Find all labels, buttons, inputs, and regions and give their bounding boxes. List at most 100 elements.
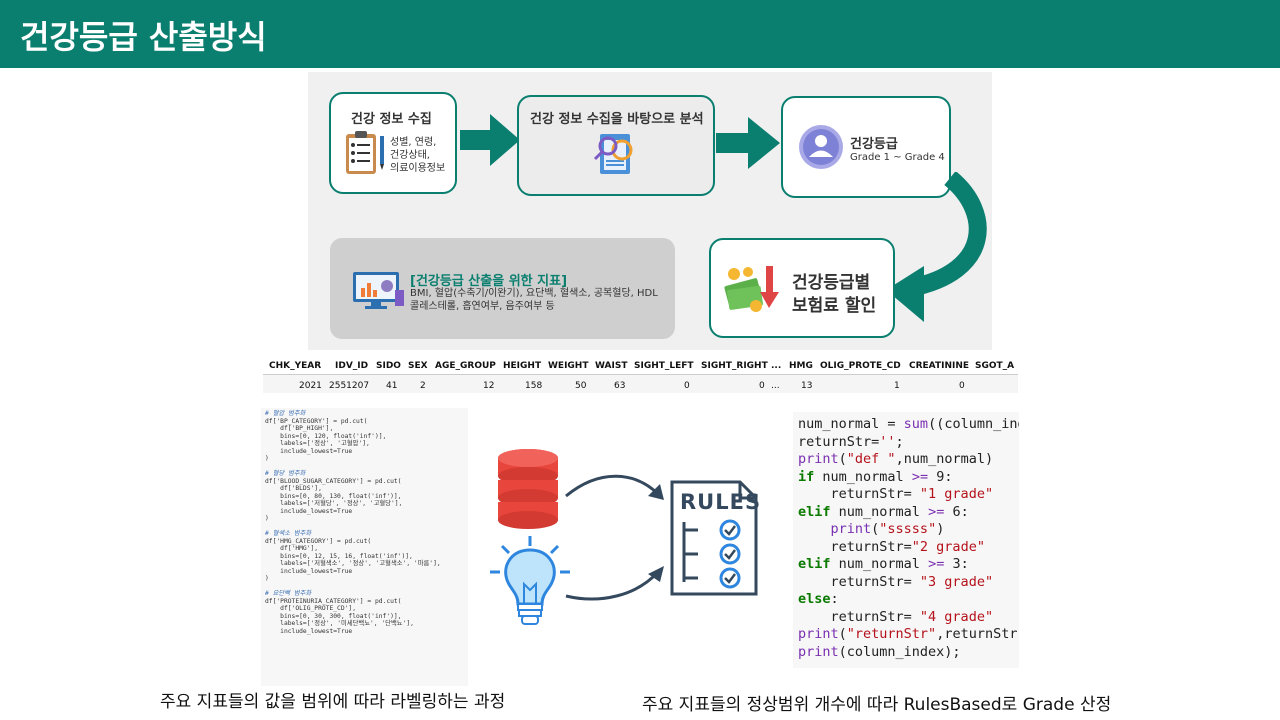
code-line: num_normal = sum((column_index [798,416,1019,432]
col-header: CHK_YEAR [269,361,322,371]
code-line: include_lowest=True [265,627,353,635]
money-down-icon [724,266,779,312]
step-collect-detail-1: 성별, 연령, [390,137,437,148]
step-discount-line-1: 건강등급별 [792,273,871,293]
dashboard-monitor-icon [353,272,404,309]
code-line: labels=['저혈당', '정상', '고혈당'], [265,500,403,507]
analysis-report-icon [593,134,633,174]
table-cell: ... [771,381,780,391]
code-line: returnStr= "3 grade" [798,573,994,590]
code-line: returnStr= "1 grade" [798,486,994,502]
table-cell: 41 [386,381,398,391]
table-divider [263,374,1018,375]
code-line: ) [265,455,269,462]
code-line: returnStr= "4 grade" [798,608,994,625]
code-line: labels=['정상', '미세단백뇨', '단백뇨'], [265,620,414,627]
labeling-code-block: # 혈압 범주화 df['BP_CATEGORY'] = pd.cut( df['… [261,408,468,686]
indicator-line-1: BMI, 혈압(수축기/이완기), 요단백, 혈색소, 공복혈당, HDL [410,288,658,299]
data-table: CHK_YEAR IDV_ID SIDO SEX AGE_GROUP HEIGH… [263,355,1018,395]
code-line: labels=['정상', '고혈압'], [265,440,370,447]
code-line: print("sssss") [830,521,945,537]
col-header: ... [771,361,782,371]
table-cell: 12 [483,381,495,391]
code-line: include_lowest=True [265,567,353,575]
code-line: if num_normal >= 9: [798,468,953,485]
code-line: df['OLIG_PROTE_CD'], [265,605,356,612]
code-line: print("def ",num_normal) [798,451,994,467]
title-bar: 건강등급 산출방식 [0,0,1280,68]
code-line: df['HMG'], [265,545,319,552]
table-cell: 50 [575,381,587,391]
step-collect-title: 건강 정보 수집 [351,112,432,127]
code-line: df['BP_HIGH'], [265,425,334,432]
code-line: returnStr="2 grade" [798,538,985,555]
step-analyze-title: 건강 정보 수집을 바탕으로 분석 [530,112,704,127]
database-icon [498,449,558,529]
curved-arrow-icon [886,172,987,322]
step-discount-line-2: 보험료 할인 [792,296,877,316]
curved-arrows-icon [565,474,664,601]
table-cell: 2 [420,381,426,391]
col-header: SIGHT_RIGHT [701,361,768,371]
user-avatar-icon [799,125,843,169]
col-header: HEIGHT [503,361,542,371]
code-line: df['BLDS'], [265,485,322,492]
code-line: elif num_normal >= 3: [798,556,969,572]
code-line: ) [265,515,269,522]
clipboard-icon [346,131,384,174]
rules-code-block: num_normal = sum((column_indexreturnStr=… [793,412,1019,668]
table-cell: 63 [614,381,626,391]
table-cell: 0 [759,381,765,391]
rules-label: RULES [680,490,762,514]
table-cell: 2021 [299,381,322,391]
col-header: CREATININE [909,361,969,371]
col-header: SIDO [376,361,401,371]
col-header: AGE_GROUP [435,361,496,371]
step-collect-detail-3: 의료이용정보 [390,163,446,174]
code-line: returnStr=''; [798,433,904,450]
code-line: df['HMG_CATEGORY'] = pd.cut( [265,537,372,545]
col-header: SIGHT_LEFT [634,361,694,371]
indicator-line-2: 콜레스테롤, 흡연여부, 음주여부 등 [410,301,555,312]
code-line: df['PROTEINURIA_CATEGORY'] = pd.cut( [265,597,402,605]
code-line: # 혈색소 범주화 [265,530,312,537]
col-header: OLIG_PROTE_CD [820,361,901,371]
code-line: df['BP_CATEGORY'] = pd.cut( [265,417,368,425]
step-collect-detail-2: 건강상태, [390,150,430,161]
table-cell: 13 [801,381,813,391]
code-line: bins=[0, 120, float('inf')], [265,432,387,440]
code-line: # 혈압 범주화 [265,410,306,417]
code-line: df['BLOOD_SUGAR_CATEGORY'] = pd.cut( [265,477,402,485]
col-header: WAIST [595,361,628,371]
arrow-right-icon [716,117,780,169]
code-line: bins=[0, 30, 300, float('inf')], [265,612,402,620]
col-header: SEX [408,361,428,371]
table-cell: 0 [959,381,965,391]
col-header: IDV_ID [335,361,369,371]
page-title: 건강등급 산출방식 [20,18,267,56]
caption-right: 주요 지표들의 정상범위 개수에 따라 RulesBased로 Grade 산정 [642,695,1112,715]
col-header: HMG [789,361,813,371]
code-line: bins=[0, 12, 15, 16, float('inf')], [265,552,413,560]
table-cell: 1 [894,381,900,391]
code-line: print(column_index); [798,643,961,660]
code-line: # 요단백 범주화 [265,590,312,597]
code-line: print("returnStr",returnStr) [798,626,1019,642]
code-line: elif num_normal >= 6: [798,503,969,520]
code-line: bins=[0, 80, 130, float('inf')], [265,492,402,500]
step-grade-title: 건강등급 [850,137,898,152]
col-header: WEIGHT [548,361,589,371]
table-row-band [263,375,1018,393]
table-cell: 0 [684,381,690,391]
step-grade-range: Grade 1 ~ Grade 4 [850,152,945,163]
arrow-right-icon [460,114,520,166]
table-cell: 158 [525,381,543,391]
code-line: include_lowest=True [265,507,353,515]
code-line: ) [265,575,269,582]
table-cell: 2551207 [329,381,370,391]
caption-left: 주요 지표들의 값을 범위에 따라 라벨링하는 과정 [160,692,506,712]
code-line: include_lowest=True [265,447,353,455]
col-header: SGOT_A [975,361,1015,371]
code-line: # 혈당 범주화 [265,470,306,477]
code-line: labels=['저혈색소', '정상', '고혈색소', '마름'], [265,560,441,567]
